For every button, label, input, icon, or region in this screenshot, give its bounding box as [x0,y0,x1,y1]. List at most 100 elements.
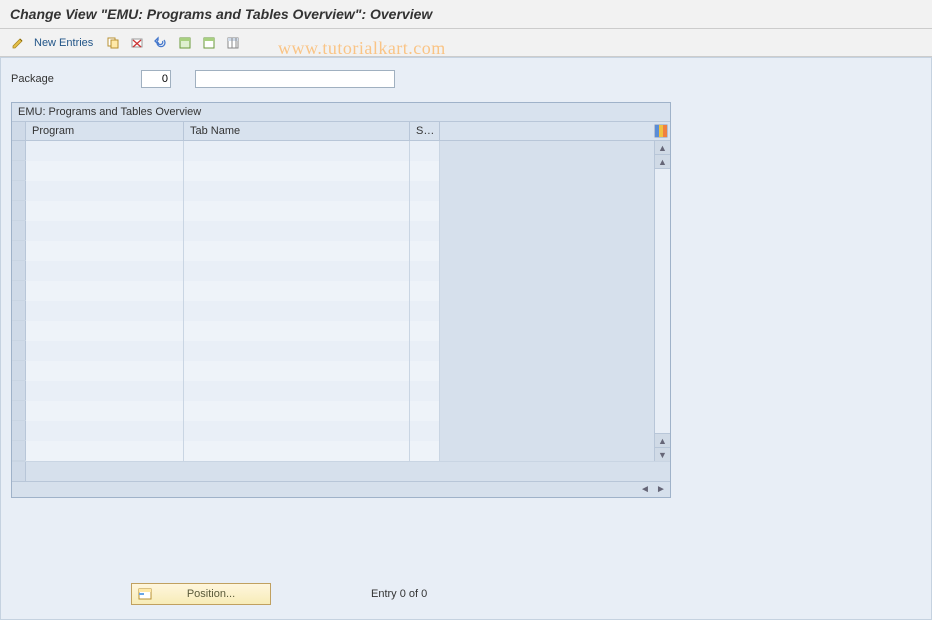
scroll-right-icon[interactable]: ► [654,483,668,497]
cell-tab-name[interactable] [184,241,410,261]
package-field[interactable] [141,70,171,88]
row-selector[interactable] [12,221,26,240]
cell-program[interactable] [26,241,184,261]
cell-program[interactable] [26,141,184,161]
cell-tab-name[interactable] [184,441,410,461]
vertical-scrollbar[interactable]: ▲ ▲ ▲ ▼ [654,141,670,461]
cell-program[interactable] [26,261,184,281]
table-row[interactable] [12,361,440,381]
scroll-up2-icon[interactable]: ▲ [655,155,670,169]
cell-tab-name[interactable] [184,221,410,241]
cell-program[interactable] [26,341,184,361]
row-selector[interactable] [12,421,26,440]
table-config-icon[interactable] [654,124,668,138]
table-row[interactable] [12,141,440,161]
cell-su[interactable] [410,261,440,281]
row-selector[interactable] [12,141,26,160]
cell-tab-name[interactable] [184,341,410,361]
row-selector[interactable] [12,181,26,200]
cell-tab-name[interactable] [184,421,410,441]
row-selector[interactable] [12,301,26,320]
table-row[interactable] [12,201,440,221]
table-row[interactable] [12,401,440,421]
scroll-down2-icon[interactable]: ▲ [655,433,670,447]
table-row[interactable] [12,441,440,461]
cell-su[interactable] [410,241,440,261]
cell-su[interactable] [410,281,440,301]
table-settings-icon[interactable] [223,33,243,53]
table-row[interactable] [12,421,440,441]
cell-tab-name[interactable] [184,141,410,161]
cell-su[interactable] [410,361,440,381]
cell-su[interactable] [410,441,440,461]
cell-su[interactable] [410,421,440,441]
copy-icon[interactable] [103,33,123,53]
table-row[interactable] [12,281,440,301]
cell-program[interactable] [26,281,184,301]
row-selector[interactable] [12,201,26,220]
cell-tab-name[interactable] [184,181,410,201]
cell-su[interactable] [410,321,440,341]
table-row[interactable] [12,301,440,321]
cell-su[interactable] [410,381,440,401]
row-selector[interactable] [12,441,26,460]
cell-su[interactable] [410,341,440,361]
cell-su[interactable] [410,161,440,181]
cell-tab-name[interactable] [184,261,410,281]
table-row[interactable] [12,181,440,201]
table-row[interactable] [12,241,440,261]
edit-icon[interactable] [8,33,28,53]
table-row[interactable] [12,321,440,341]
cell-program[interactable] [26,441,184,461]
row-selector[interactable] [12,341,26,360]
position-button[interactable]: Position... [131,583,271,605]
cell-program[interactable] [26,181,184,201]
table-row[interactable] [12,341,440,361]
row-selector[interactable] [12,281,26,300]
cell-program[interactable] [26,321,184,341]
cell-program[interactable] [26,361,184,381]
cell-program[interactable] [26,161,184,181]
row-selector[interactable] [12,361,26,380]
column-program[interactable]: Program [26,122,184,140]
table-row[interactable] [12,381,440,401]
cell-tab-name[interactable] [184,361,410,381]
row-selector[interactable] [12,261,26,280]
row-selector[interactable] [12,401,26,420]
column-su[interactable]: Su... [410,122,440,140]
table-row[interactable] [12,161,440,181]
cell-program[interactable] [26,221,184,241]
scroll-up-icon[interactable]: ▲ [655,141,670,155]
column-tab-name[interactable]: Tab Name [184,122,410,140]
deselect-icon[interactable] [199,33,219,53]
cell-tab-name[interactable] [184,201,410,221]
cell-program[interactable] [26,421,184,441]
select-all-icon[interactable] [175,33,195,53]
table-row[interactable] [12,261,440,281]
package-description-field[interactable] [195,70,395,88]
delete-icon[interactable] [127,33,147,53]
cell-tab-name[interactable] [184,381,410,401]
cell-su[interactable] [410,221,440,241]
scroll-left-icon[interactable]: ◄ [638,483,652,497]
cell-program[interactable] [26,381,184,401]
row-selector[interactable] [12,241,26,260]
scroll-down-icon[interactable]: ▼ [655,447,670,461]
cell-program[interactable] [26,401,184,421]
horizontal-scrollbar[interactable]: ◄ ► [12,481,670,497]
scroll-track[interactable] [655,169,670,433]
new-entries-button[interactable]: New Entries [32,37,99,49]
cell-tab-name[interactable] [184,301,410,321]
row-selector[interactable] [12,321,26,340]
cell-tab-name[interactable] [184,401,410,421]
cell-tab-name[interactable] [184,321,410,341]
row-selector[interactable] [12,161,26,180]
cell-program[interactable] [26,301,184,321]
cell-su[interactable] [410,181,440,201]
cell-program[interactable] [26,201,184,221]
cell-tab-name[interactable] [184,281,410,301]
row-selector[interactable] [12,462,26,481]
table-row[interactable] [12,221,440,241]
undo-icon[interactable] [151,33,171,53]
cell-su[interactable] [410,201,440,221]
